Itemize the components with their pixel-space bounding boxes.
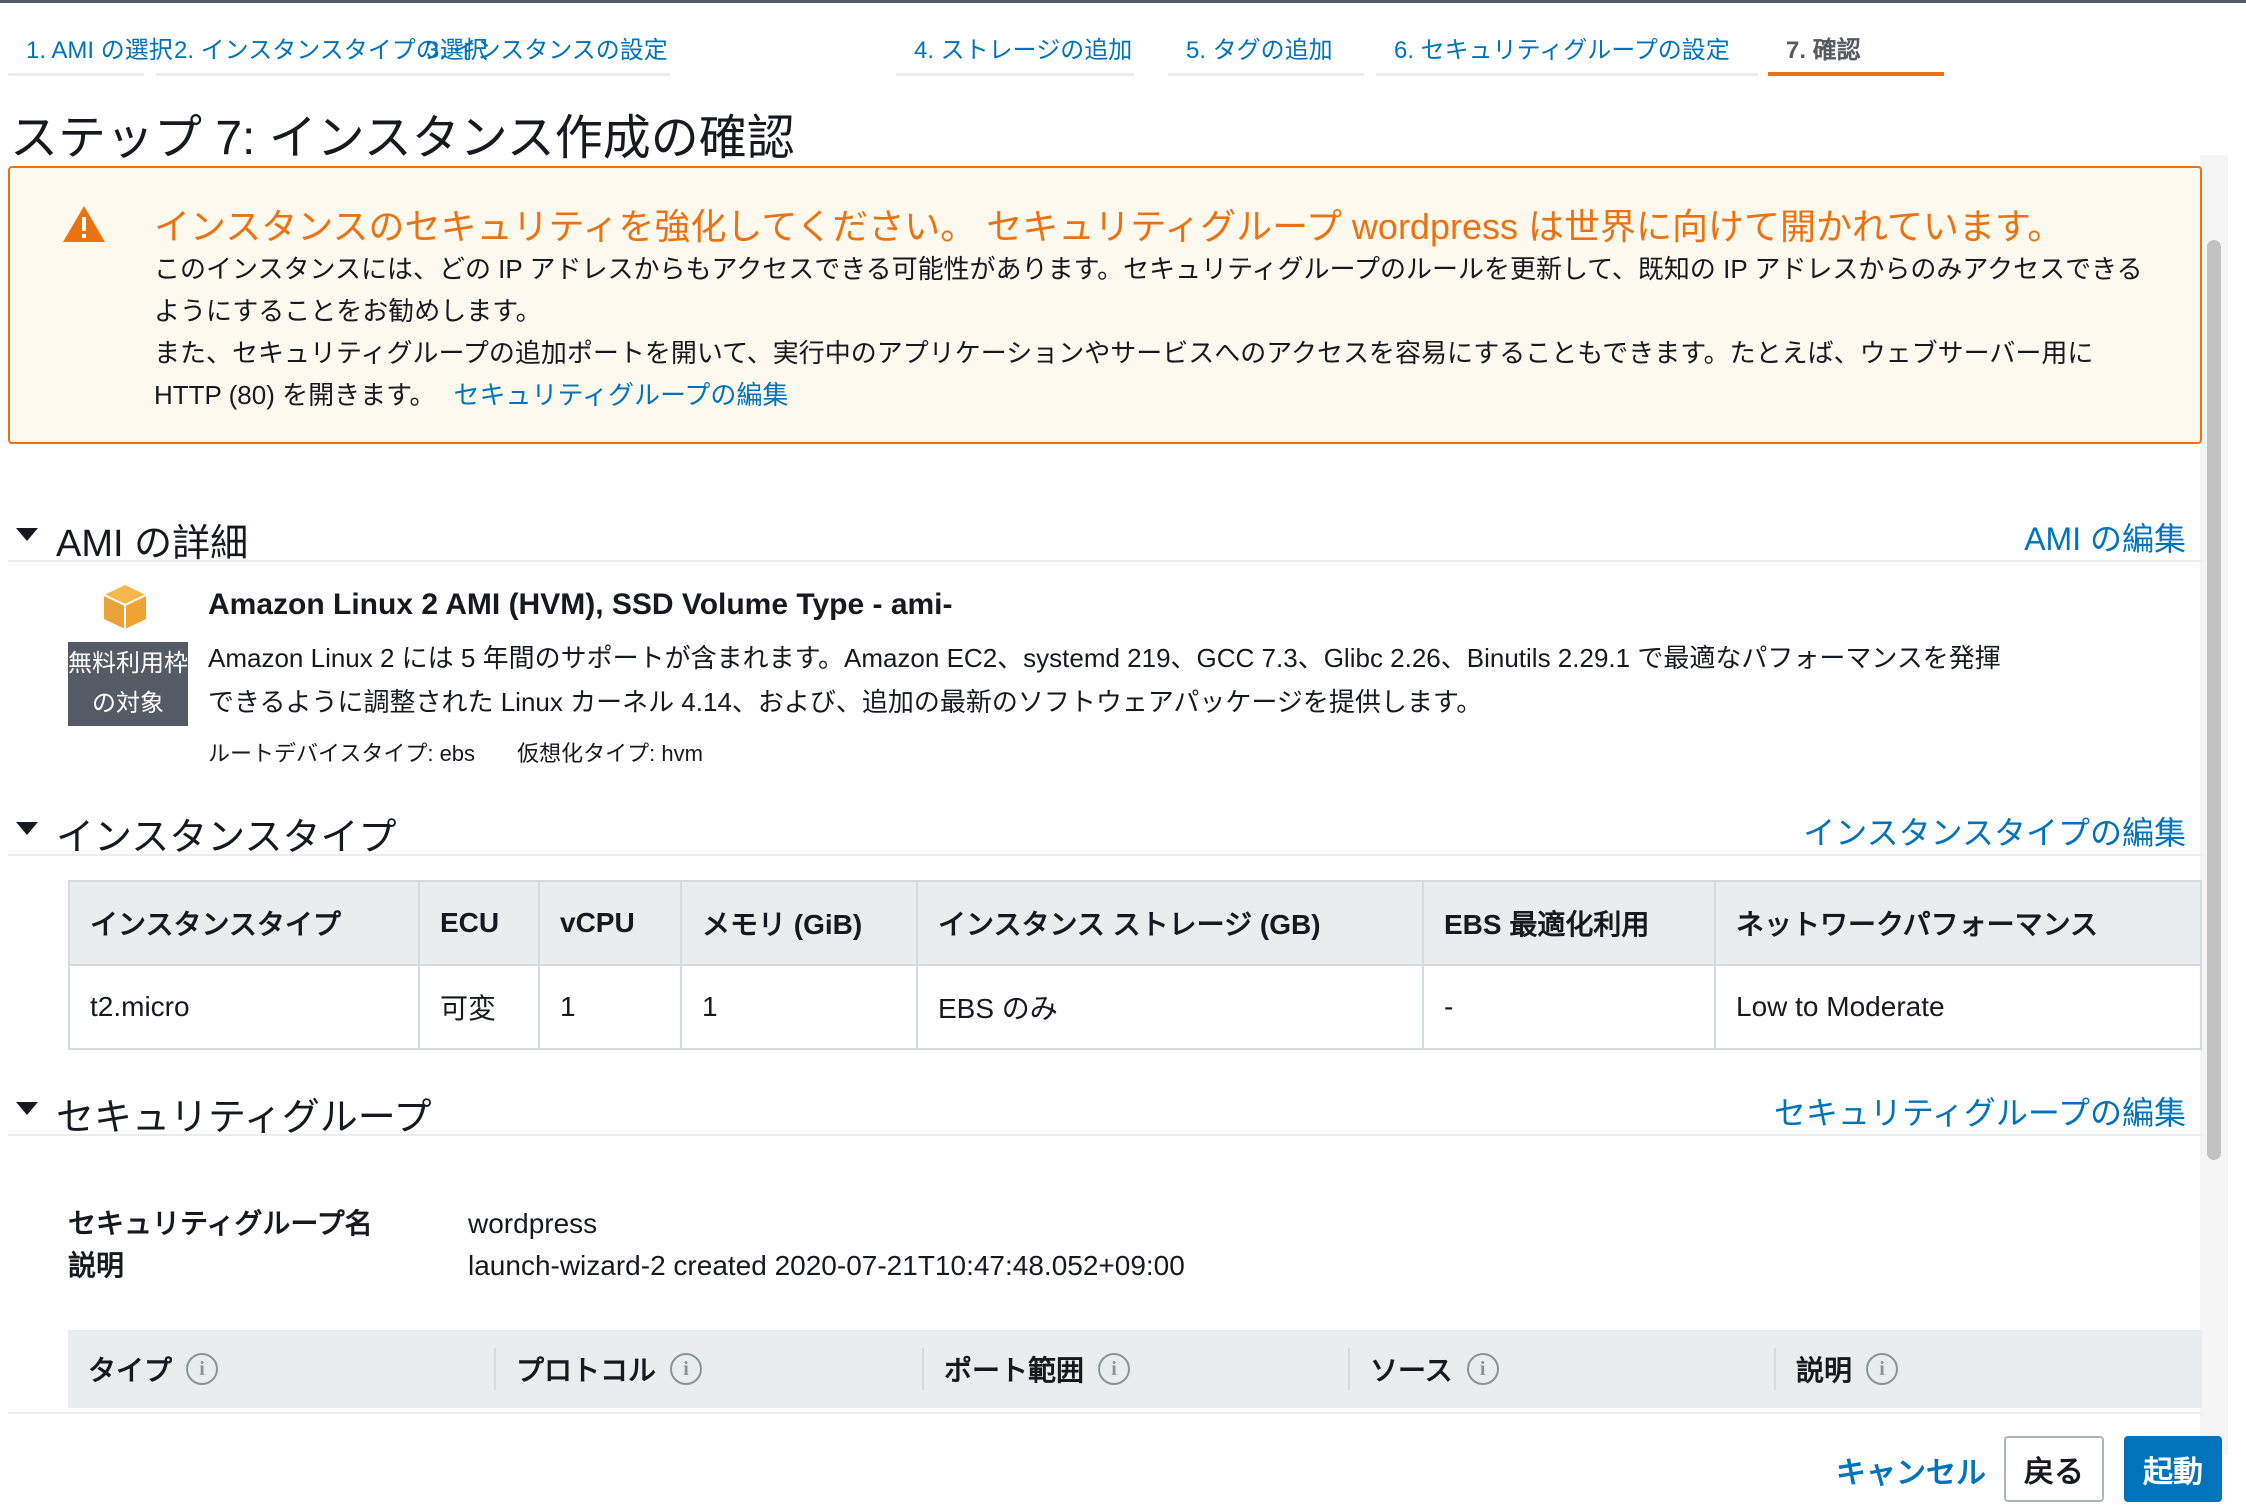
rule-col-description-label: 説明: [1796, 1355, 1853, 1386]
launch-button[interactable]: 起動: [2124, 1436, 2222, 1502]
cancel-button[interactable]: キャンセル: [1836, 1448, 1986, 1492]
free-tier-badge-line1: 無料利用枠: [68, 650, 188, 677]
security-group-name-row: セキュリティグループ名 wordpress: [68, 1202, 597, 1242]
free-tier-badge: 無料利用枠 の対象: [68, 642, 188, 726]
col-header-vcpu: vCPU: [538, 880, 682, 966]
ami-description: Amazon Linux 2 には 5 年間のサポートが含まれます。Amazon…: [208, 643, 2001, 717]
ami-cube-icon: [103, 585, 147, 629]
free-tier-badge-line2: の対象: [92, 690, 164, 717]
collapse-caret-icon[interactable]: [16, 1102, 38, 1115]
instance-type-section-header[interactable]: インスタンスタイプ インスタンスタイプの編集: [8, 800, 2202, 859]
collapse-caret-icon[interactable]: [16, 822, 38, 835]
warning-title: インスタンスのセキュリティを強化してください。 セキュリティグループ wordp…: [154, 206, 2064, 247]
security-group-description-label: 説明: [68, 1250, 125, 1281]
info-icon[interactable]: i: [1466, 1353, 1499, 1385]
tab-step-3-configure[interactable]: 3. インスタンスの設定: [408, 18, 670, 76]
tab-step-4-storage[interactable]: 4. ストレージの追加: [896, 18, 1134, 76]
cell-network-performance: Low to Moderate: [1714, 964, 2202, 1050]
rule-col-protocol-label: プロトコル: [516, 1355, 657, 1386]
instance-type-table: インスタンスタイプ ECU vCPU メモリ (GiB) インスタンス ストレー…: [68, 880, 2202, 1050]
rule-col-source-label: ソース: [1370, 1355, 1453, 1386]
info-icon[interactable]: i: [1866, 1353, 1899, 1385]
virtualization-type: 仮想化タイプ: hvm: [517, 741, 703, 766]
cell-vcpu: 1: [538, 964, 682, 1050]
security-group-name-label: セキュリティグループ名: [68, 1208, 373, 1239]
page-title: ステップ 7: インスタンス作成の確認: [10, 112, 795, 165]
security-warning-box: インスタンスのセキュリティを強化してください。 セキュリティグループ wordp…: [8, 166, 2202, 444]
security-group-description-value: launch-wizard-2 created 2020-07-21T10:47…: [468, 1250, 1185, 1281]
table-row: t2.micro 可変 1 1 EBS のみ - Low to Moderate: [68, 964, 2202, 1050]
info-icon[interactable]: i: [186, 1353, 219, 1385]
scrollbar-thumb[interactable]: [2207, 240, 2221, 1160]
rule-col-port-range: ポート範囲 i: [922, 1330, 1131, 1408]
cell-ebs-optimized: -: [1422, 964, 1716, 1050]
security-group-description-row: 説明 launch-wizard-2 created 2020-07-21T10:…: [68, 1244, 1185, 1284]
cell-instance-storage: EBS のみ: [916, 964, 1424, 1050]
rule-col-type: タイプ i: [68, 1330, 219, 1408]
warning-text-1: このインスタンスには、どの IP アドレスからもアクセスできる可能性があります。…: [154, 254, 2143, 326]
warning-icon: [63, 206, 105, 242]
edit-security-group-section-link[interactable]: セキュリティグループの編集: [1774, 1088, 2186, 1134]
tab-step-1-ami[interactable]: 1. AMI の選択: [8, 18, 173, 76]
column-separator: [1774, 1348, 1776, 1390]
info-icon[interactable]: i: [670, 1353, 703, 1385]
table-header-row: インスタンスタイプ ECU vCPU メモリ (GiB) インスタンス ストレー…: [68, 880, 2202, 966]
ami-section-header[interactable]: AMI の詳細 AMI の編集: [8, 506, 2202, 565]
cell-instance-type: t2.micro: [68, 964, 420, 1050]
col-header-memory: メモリ (GiB): [680, 880, 918, 966]
tab-step-6-security-group[interactable]: 6. セキュリティグループの設定: [1376, 18, 1758, 76]
column-separator: [1348, 1348, 1350, 1390]
col-header-network-performance: ネットワークパフォーマンス: [1714, 880, 2202, 966]
security-group-name-value: wordpress: [468, 1208, 598, 1239]
root-device-type: ルートデバイスタイプ: ebs: [208, 741, 476, 766]
info-icon[interactable]: i: [1098, 1353, 1131, 1385]
rule-col-protocol: プロトコル i: [494, 1330, 703, 1408]
rule-col-source: ソース i: [1348, 1330, 1499, 1408]
instance-type-section-title: インスタンスタイプ: [56, 817, 397, 859]
rule-col-port-range-label: ポート範囲: [944, 1355, 1085, 1386]
back-button[interactable]: 戻る: [2004, 1436, 2104, 1502]
footer-divider: [8, 1412, 2202, 1414]
col-header-ebs-optimized: EBS 最適化利用: [1422, 880, 1716, 966]
edit-ami-link[interactable]: AMI の編集: [2024, 514, 2186, 560]
ami-meta: ルートデバイスタイプ: ebs 仮想化タイプ: hvm: [208, 736, 703, 768]
edit-security-group-link[interactable]: セキュリティグループの編集: [454, 380, 789, 410]
security-group-section-title: セキュリティグループ: [56, 1097, 432, 1139]
col-header-instance-type: インスタンスタイプ: [68, 880, 420, 966]
col-header-ecu: ECU: [418, 880, 540, 966]
collapse-caret-icon[interactable]: [16, 528, 38, 541]
warning-body: このインスタンスには、どの IP アドレスからもアクセスできる可能性があります。…: [154, 248, 2164, 416]
warning-text-2-body: また、セキュリティグループの追加ポートを開いて、実行中のアプリケーションやサービ…: [154, 338, 2094, 410]
edit-instance-type-link[interactable]: インスタンスタイプの編集: [1803, 808, 2186, 854]
col-header-instance-storage: インスタンス ストレージ (GB): [916, 880, 1424, 966]
column-separator: [494, 1348, 496, 1390]
rule-col-description: 説明 i: [1774, 1330, 1899, 1408]
cell-ecu: 可変: [418, 964, 540, 1050]
top-border: [0, 0, 2246, 3]
ami-name: Amazon Linux 2 AMI (HVM), SSD Volume Typ…: [208, 588, 953, 621]
warning-text-2: また、セキュリティグループの追加ポートを開いて、実行中のアプリケーションやサービ…: [154, 332, 2164, 416]
column-separator: [922, 1348, 924, 1390]
tab-step-7-review[interactable]: 7. 確認: [1768, 18, 1944, 76]
tab-step-5-tags[interactable]: 5. タグの追加: [1168, 18, 1364, 76]
security-group-rules-header: タイプ i プロトコル i ポート範囲 i ソース i 説明 i: [68, 1330, 2202, 1408]
cell-memory: 1: [680, 964, 918, 1050]
ami-section-title: AMI の詳細: [56, 523, 249, 565]
rule-col-type-label: タイプ: [88, 1355, 173, 1386]
security-group-section-header[interactable]: セキュリティグループ セキュリティグループの編集: [8, 1080, 2202, 1139]
